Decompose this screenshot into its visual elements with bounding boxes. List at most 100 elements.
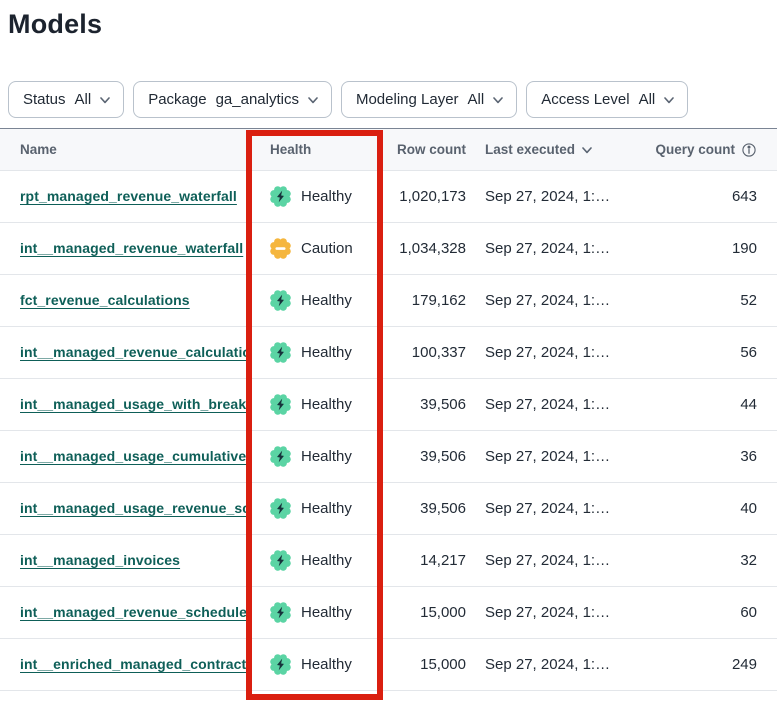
filter-modeling-layer-label: Modeling Layer [356, 91, 459, 108]
model-name-link[interactable]: rpt_managed_revenue_waterfall [20, 188, 237, 204]
table-row: int__managed_revenue_waterfall Caution 1… [0, 223, 777, 275]
column-header-query-count-label: Query count [655, 142, 735, 157]
health-status-icon [270, 498, 291, 519]
last-executed-value: Sep 27, 2024, 1:… [466, 344, 640, 361]
chevron-down-icon [664, 97, 674, 104]
filter-access-level-label: Access Level [541, 91, 629, 108]
model-name-link[interactable]: int__managed_revenue_waterfall [20, 240, 243, 256]
filter-status-value: All [75, 91, 92, 108]
query-count-value: 44 [640, 396, 777, 413]
query-count-value: 52 [640, 292, 777, 309]
last-executed-value: Sep 27, 2024, 1:… [466, 604, 640, 621]
row-count-value: 39,506 [382, 448, 466, 465]
page-title: Models [8, 8, 777, 40]
table-row: int__managed_revenue_calculations Health… [0, 327, 777, 379]
row-count-value: 1,020,173 [382, 188, 466, 205]
column-header-health[interactable]: Health [252, 142, 382, 157]
model-name-cell: fct_revenue_calculations [0, 292, 252, 309]
last-executed-value: Sep 27, 2024, 1:… [466, 240, 640, 257]
column-header-query-count[interactable]: Query count [640, 142, 777, 158]
last-executed-value: Sep 27, 2024, 1:… [466, 500, 640, 517]
health-status-icon [270, 238, 291, 259]
health-label: Healthy [301, 448, 352, 465]
row-count-value: 179,162 [382, 292, 466, 309]
model-name-link[interactable]: int__managed_invoices [20, 552, 180, 568]
last-executed-value: Sep 27, 2024, 1:… [466, 448, 640, 465]
query-count-value: 60 [640, 604, 777, 621]
column-header-last-executed[interactable]: Last executed [466, 142, 640, 157]
model-name-link[interactable]: int__managed_usage_revenue_sc… [20, 500, 252, 516]
model-name-cell: int__managed_usage_with_breaka… [0, 396, 252, 413]
query-count-value: 249 [640, 656, 777, 673]
model-name-link[interactable]: int__managed_revenue_calculations [20, 344, 252, 360]
filter-modeling-layer[interactable]: Modeling Layer All [341, 81, 517, 118]
query-count-value: 56 [640, 344, 777, 361]
chevron-down-icon [493, 97, 503, 104]
health-cell: Healthy [252, 342, 382, 363]
filter-status-label: Status [23, 91, 66, 108]
model-name-cell: int__managed_revenue_waterfall [0, 240, 252, 257]
model-name-cell: int__managed_usage_cumulative_… [0, 448, 252, 465]
health-label: Healthy [301, 188, 352, 205]
filter-access-level-value: All [639, 91, 656, 108]
filter-status[interactable]: Status All [8, 81, 124, 118]
last-executed-value: Sep 27, 2024, 1:… [466, 552, 640, 569]
table-row: int__enriched_managed_contracts Healthy … [0, 639, 777, 691]
query-count-value: 190 [640, 240, 777, 257]
model-name-link[interactable]: int__enriched_managed_contracts [20, 656, 252, 672]
health-status-icon [270, 654, 291, 675]
column-header-last-executed-label: Last executed [485, 142, 575, 157]
row-count-value: 15,000 [382, 604, 466, 621]
info-circle-icon[interactable] [741, 142, 757, 158]
last-executed-value: Sep 27, 2024, 1:… [466, 292, 640, 309]
model-name-cell: int__managed_revenue_calculations [0, 344, 252, 361]
health-status-icon [270, 186, 291, 207]
table-row: fct_revenue_calculations Healthy 179,162… [0, 275, 777, 327]
models-table: Name Health Row count Last executed Quer… [0, 128, 777, 691]
health-label: Healthy [301, 344, 352, 361]
model-name-link[interactable]: int__managed_revenue_schedule_… [20, 604, 252, 620]
row-count-value: 14,217 [382, 552, 466, 569]
health-status-icon [270, 394, 291, 415]
model-name-link[interactable]: fct_revenue_calculations [20, 292, 190, 308]
row-count-value: 39,506 [382, 500, 466, 517]
last-executed-value: Sep 27, 2024, 1:… [466, 656, 640, 673]
health-cell: Healthy [252, 186, 382, 207]
health-label: Caution [301, 240, 353, 257]
model-name-link[interactable]: int__managed_usage_with_breaka… [20, 396, 252, 412]
filter-package-label: Package [148, 91, 206, 108]
health-label: Healthy [301, 292, 352, 309]
table-header-row: Name Health Row count Last executed Quer… [0, 129, 777, 171]
health-status-icon [270, 550, 291, 571]
row-count-value: 1,034,328 [382, 240, 466, 257]
row-count-value: 39,506 [382, 396, 466, 413]
table-row: rpt_managed_revenue_waterfall Healthy 1,… [0, 171, 777, 223]
health-status-icon [270, 342, 291, 363]
health-label: Healthy [301, 396, 352, 413]
health-status-icon [270, 446, 291, 467]
health-cell: Healthy [252, 550, 382, 571]
filter-access-level[interactable]: Access Level All [526, 81, 688, 118]
health-cell: Caution [252, 238, 382, 259]
column-header-name[interactable]: Name [0, 142, 252, 157]
model-name-cell: rpt_managed_revenue_waterfall [0, 188, 252, 205]
health-label: Healthy [301, 500, 352, 517]
chevron-down-icon [308, 97, 318, 104]
table-row: int__managed_usage_revenue_sc… Healthy 3… [0, 483, 777, 535]
column-header-row-count[interactable]: Row count [382, 142, 466, 157]
table-row: int__managed_usage_with_breaka… Healthy … [0, 379, 777, 431]
query-count-value: 40 [640, 500, 777, 517]
model-name-cell: int__managed_invoices [0, 552, 252, 569]
table-row: int__managed_invoices Healthy 14,217 Sep… [0, 535, 777, 587]
model-name-cell: int__managed_revenue_schedule_… [0, 604, 252, 621]
health-cell: Healthy [252, 498, 382, 519]
chevron-down-icon [100, 97, 110, 104]
model-name-link[interactable]: int__managed_usage_cumulative_… [20, 448, 252, 464]
health-cell: Healthy [252, 602, 382, 623]
filter-package[interactable]: Package ga_analytics [133, 81, 332, 118]
filter-bar: Status All Package ga_analytics Modeling… [8, 81, 777, 118]
model-name-cell: int__managed_usage_revenue_sc… [0, 500, 252, 517]
health-cell: Healthy [252, 446, 382, 467]
last-executed-value: Sep 27, 2024, 1:… [466, 396, 640, 413]
filter-modeling-layer-value: All [468, 91, 485, 108]
